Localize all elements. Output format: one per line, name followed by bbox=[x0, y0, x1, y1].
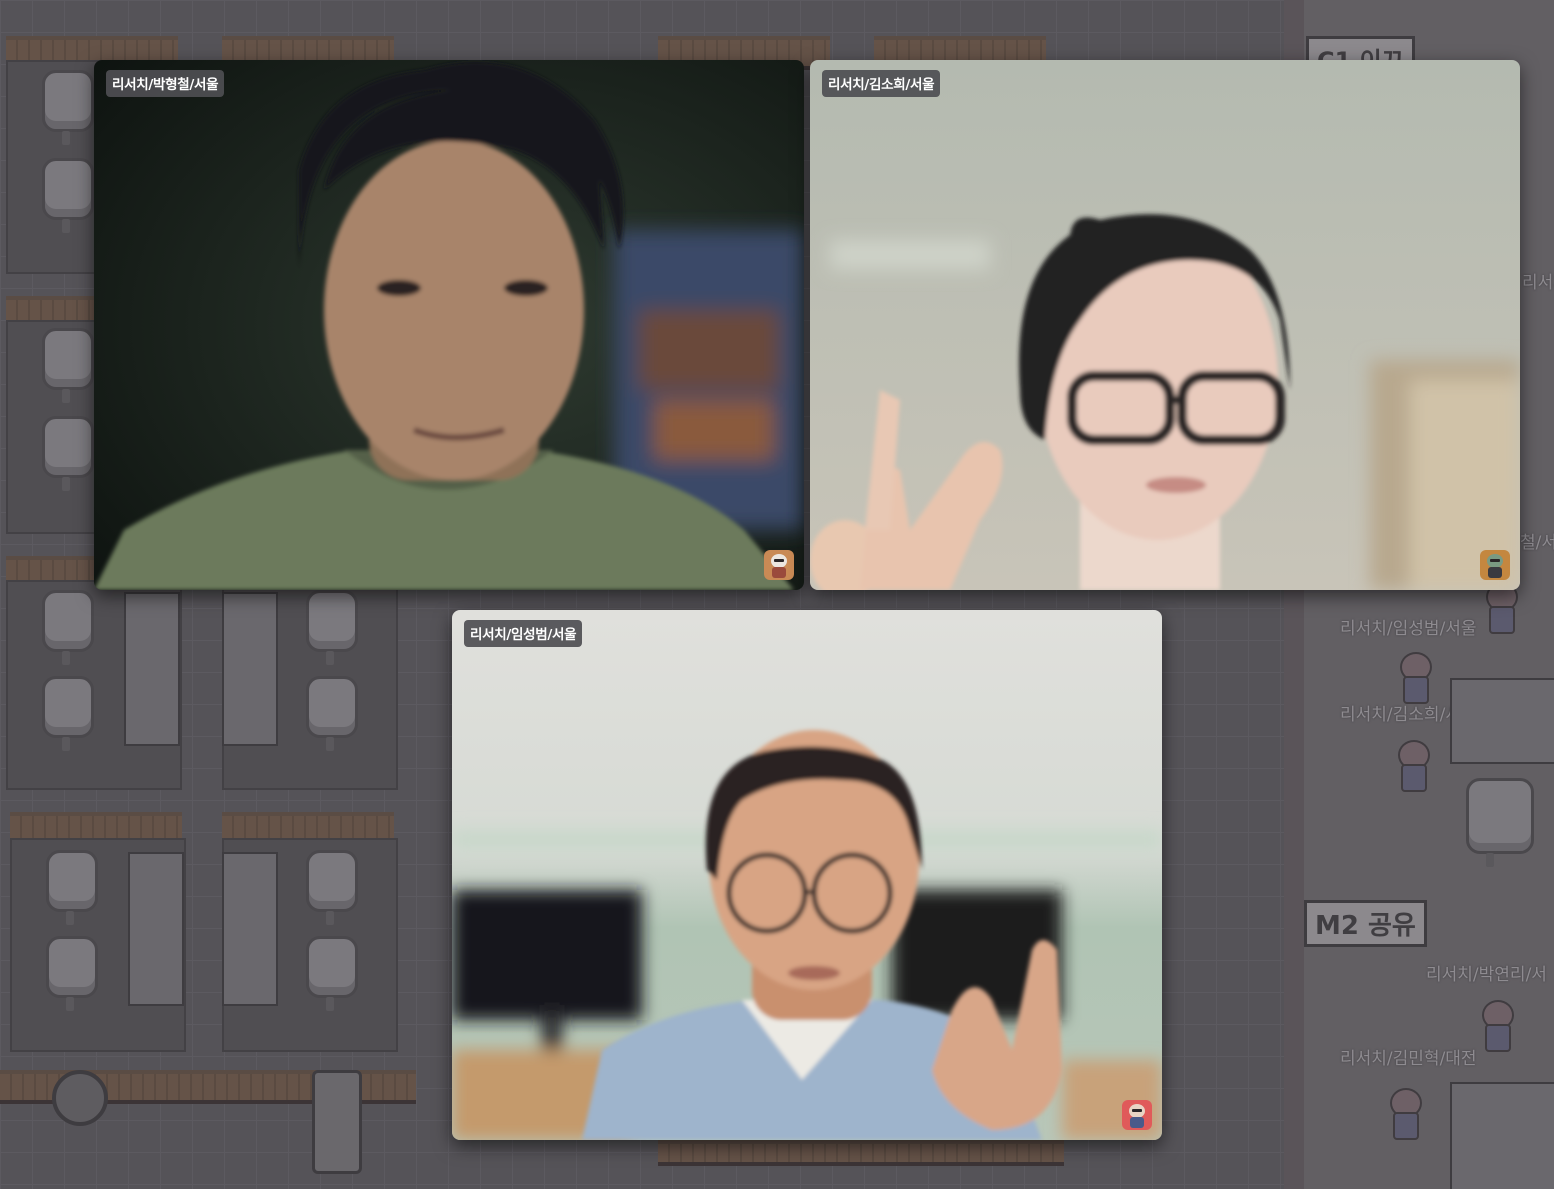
room-sign-m2: M2 공유 bbox=[1304, 900, 1427, 947]
chair bbox=[306, 936, 358, 1011]
desk bbox=[128, 852, 184, 1006]
map-avatar-name: 철/서 bbox=[1520, 533, 1554, 553]
horned-avatar-icon bbox=[1480, 550, 1510, 580]
video-tile[interactable]: 리서치/임성범/서울 bbox=[452, 610, 1162, 1140]
map-avatar-name: 리서치 bbox=[1522, 273, 1554, 293]
chair bbox=[42, 70, 94, 145]
chair bbox=[42, 590, 94, 665]
chair bbox=[42, 416, 94, 491]
wall-segment bbox=[658, 1140, 1064, 1166]
video-feed bbox=[452, 610, 1162, 1140]
chair bbox=[42, 328, 94, 403]
desk bbox=[124, 592, 180, 746]
chair bbox=[42, 676, 94, 751]
map-avatar-name: 리서치/김민혁/대전 bbox=[1340, 1049, 1477, 1069]
chair bbox=[46, 936, 98, 1011]
desk bbox=[222, 852, 278, 1006]
chair bbox=[306, 590, 358, 665]
chair bbox=[306, 850, 358, 925]
wall-clock-icon bbox=[52, 1070, 108, 1126]
chair bbox=[1466, 778, 1534, 867]
participant-name-tag: 리서치/박형철/서울 bbox=[106, 70, 225, 97]
map-avatar-sprite bbox=[1478, 1000, 1514, 1052]
map-avatar-name: 리서치/박연리/서 bbox=[1426, 965, 1547, 985]
water-cooler-icon bbox=[312, 1070, 362, 1174]
capped-avatar-icon bbox=[1122, 1100, 1152, 1130]
video-feed bbox=[810, 60, 1520, 590]
map-avatar-sprite bbox=[1386, 1088, 1422, 1140]
map-avatar-sprite bbox=[1396, 652, 1432, 704]
white-haired-avatar-icon bbox=[764, 550, 794, 580]
chair bbox=[306, 676, 358, 751]
desk bbox=[222, 592, 278, 746]
desk bbox=[1450, 678, 1554, 764]
video-feed bbox=[94, 60, 804, 590]
video-tile[interactable]: 리서치/김소희/서울 bbox=[810, 60, 1520, 590]
participant-name-tag: 리서치/임성범/서울 bbox=[464, 620, 583, 647]
desk bbox=[1450, 1082, 1554, 1189]
chair bbox=[46, 850, 98, 925]
video-tile[interactable]: 리서치/박형철/서울 bbox=[94, 60, 804, 590]
chair bbox=[42, 158, 94, 233]
map-avatar-name: 리서치/임성범/서울 bbox=[1340, 619, 1477, 639]
map-avatar-sprite bbox=[1394, 740, 1430, 792]
participant-name-tag: 리서치/김소희/서울 bbox=[822, 70, 941, 97]
